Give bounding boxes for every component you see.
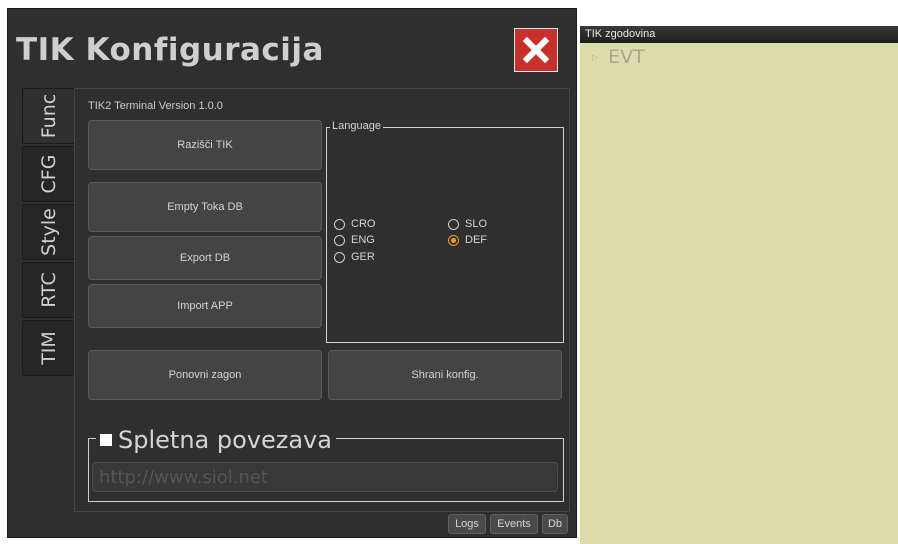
shrani-konfig-button[interactable]: Shrani konfig. bbox=[328, 350, 562, 400]
radio-label: SLO bbox=[465, 218, 488, 230]
expand-arrow-icon[interactable]: ▷ bbox=[592, 53, 598, 62]
radio-label: CRO bbox=[351, 218, 376, 230]
web-link-checkbox[interactable] bbox=[100, 434, 112, 446]
ponovni-zagon-button[interactable]: Ponovni zagon bbox=[88, 350, 322, 400]
tree-item-label: EVT bbox=[608, 46, 645, 68]
logs-button[interactable]: Logs bbox=[448, 514, 486, 534]
radio-eng[interactable]: ENG bbox=[334, 234, 375, 246]
events-button[interactable]: Events bbox=[490, 514, 538, 534]
radio-slo[interactable]: SLO bbox=[448, 218, 487, 230]
history-title: TIK zgodovina bbox=[580, 26, 898, 43]
tab-rtc[interactable]: RTC bbox=[22, 262, 74, 318]
tab-func[interactable]: Func bbox=[22, 88, 74, 144]
history-panel bbox=[580, 26, 898, 544]
radio-label: GER bbox=[351, 251, 375, 263]
radio-circle bbox=[334, 234, 345, 246]
tab-label: RTC bbox=[37, 272, 60, 308]
import-app-button[interactable]: Import APP bbox=[88, 284, 322, 328]
tab-label: Style bbox=[37, 208, 60, 256]
web-link-title: Spletna povezava bbox=[118, 426, 332, 454]
radio-circle-checked bbox=[448, 234, 459, 246]
empty-toka-db-button[interactable]: Empty Toka DB bbox=[88, 182, 322, 232]
close-button[interactable] bbox=[514, 28, 558, 72]
razisci-tik-button[interactable]: Razišči TIK bbox=[88, 120, 322, 170]
page-title: TIK Konfiguracija bbox=[16, 32, 324, 68]
radio-cro[interactable]: CRO bbox=[334, 218, 375, 230]
tab-label: Func bbox=[37, 93, 60, 139]
radio-def[interactable]: DEF bbox=[448, 234, 487, 246]
tab-cfg[interactable]: CFG bbox=[22, 146, 74, 202]
tab-label: CFG bbox=[37, 154, 60, 194]
version-label: TIK2 Terminal Version 1.0.0 bbox=[88, 100, 223, 112]
radio-circle bbox=[334, 251, 345, 263]
close-icon bbox=[523, 37, 549, 63]
tab-tim[interactable]: TIM bbox=[22, 320, 74, 376]
radio-label: ENG bbox=[351, 234, 375, 246]
radio-ger[interactable]: GER bbox=[334, 251, 375, 263]
export-db-button[interactable]: Export DB bbox=[88, 236, 322, 280]
db-button[interactable]: Db bbox=[542, 514, 568, 534]
language-group-title: Language bbox=[330, 120, 383, 132]
radio-circle bbox=[334, 218, 345, 230]
radio-circle bbox=[448, 218, 459, 230]
tree-item-evt[interactable]: ▷ EVT bbox=[592, 46, 645, 68]
radio-label: DEF bbox=[465, 234, 487, 246]
web-url-field[interactable]: http://www.siol.net bbox=[92, 462, 558, 492]
web-link-header: Spletna povezava bbox=[96, 426, 336, 454]
tab-style[interactable]: Style bbox=[22, 204, 74, 260]
tab-label: TIM bbox=[37, 331, 60, 365]
vertical-tab-bar: Func CFG Style RTC TIM bbox=[22, 88, 74, 378]
